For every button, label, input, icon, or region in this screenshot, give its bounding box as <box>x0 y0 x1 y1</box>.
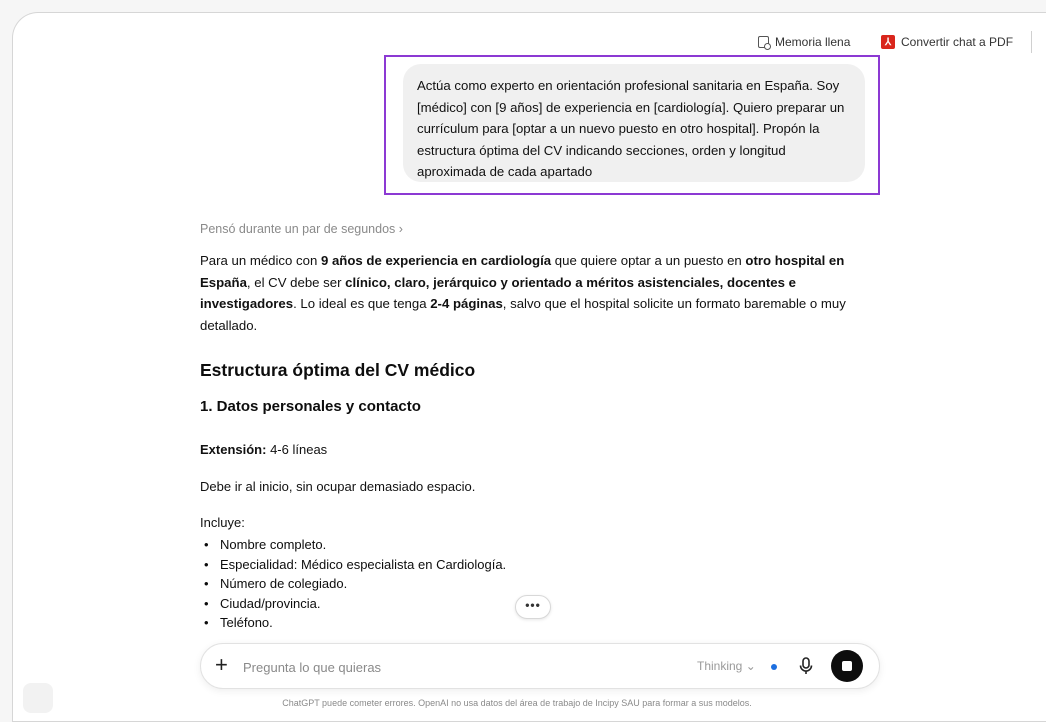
thought-label: Pensó durante un par de segundos <box>200 222 396 236</box>
chevron-right-icon: › <box>398 222 403 236</box>
plus-icon[interactable]: + <box>215 652 228 678</box>
stop-button[interactable] <box>831 650 863 682</box>
chevron-down-icon: ⌄ <box>745 659 756 673</box>
memory-icon <box>758 36 771 50</box>
thought-summary[interactable]: Pensó durante un par de segundos › <box>200 222 403 236</box>
list-item: Especialidad: Médico especialista en Car… <box>204 555 506 575</box>
section-heading: Estructura óptima del CV médico <box>200 360 476 380</box>
convert-pdf-label: Convertir chat a PDF <box>901 35 1014 49</box>
list-item: Número de colegiado. <box>204 574 506 594</box>
includes-label: Incluye: <box>200 515 245 530</box>
disclaimer: ChatGPT puede cometer errores. OpenAI no… <box>282 698 752 708</box>
composer: + Thinking ⌄ <box>200 643 880 689</box>
prompt-input[interactable] <box>241 656 625 678</box>
includes-list: Nombre completo. Especialidad: Médico es… <box>200 535 506 633</box>
assistant-intro: Para un médico con 9 años de experiencia… <box>200 253 846 333</box>
list-item: Nombre completo. <box>204 535 506 555</box>
topbar-divider <box>1031 31 1032 53</box>
user-message-bubble: Actúa como experto en orientación profes… <box>403 64 865 182</box>
list-item: Teléfono. <box>204 613 506 633</box>
memory-label: Memoria llena <box>775 35 851 49</box>
section-note: Debe ir al inicio, sin ocupar demasiado … <box>200 479 476 494</box>
memory-status[interactable]: Memoria llena <box>758 35 851 50</box>
stop-icon <box>842 661 852 671</box>
status-dot-icon <box>771 664 777 670</box>
more-options-button[interactable]: ••• <box>515 595 551 619</box>
microphone-icon[interactable] <box>797 654 815 678</box>
list-item: Ciudad/provincia. <box>204 594 506 614</box>
pdf-icon: ⅄ <box>881 35 895 49</box>
subsection-title: 1. Datos personales y contacto <box>200 398 421 415</box>
extension-line: Extensión: 4-6 líneas <box>200 442 328 457</box>
model-selector[interactable]: Thinking ⌄ <box>697 659 756 673</box>
convert-pdf-button[interactable]: ⅄ Convertir chat a PDF <box>881 35 1013 49</box>
